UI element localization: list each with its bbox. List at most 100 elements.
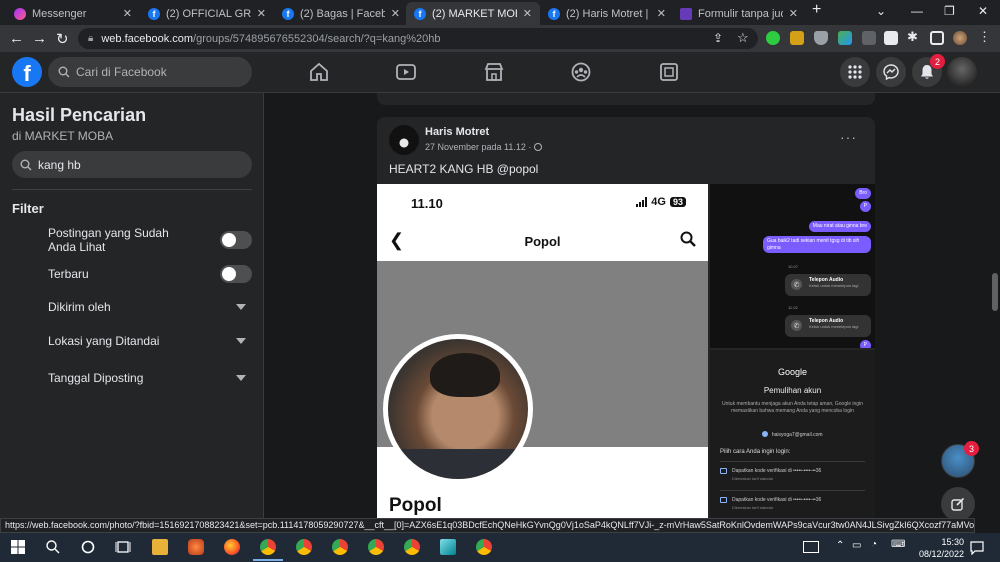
extension-green-icon[interactable] — [766, 31, 780, 45]
action-center-icon[interactable] — [970, 541, 984, 555]
profile-name: Popol — [389, 495, 442, 516]
clock-time: 15:30 — [941, 537, 964, 547]
firefox-icon[interactable] — [224, 539, 240, 555]
browser-tab-bar: Messenger ✕ f (2) OFFICIAL GROUP A ✕ f (… — [0, 0, 1000, 25]
messenger-icon — [14, 7, 26, 20]
facebook-search-input[interactable]: Cari di Facebook — [48, 57, 252, 87]
extension-colorful-icon[interactable] — [838, 31, 852, 45]
messenger-button[interactable] — [876, 57, 906, 87]
tab-market-moba[interactable]: f (2) MARKET MOBA | F ✕ — [406, 2, 540, 25]
extension-white-icon[interactable] — [884, 31, 898, 45]
facebook-icon: f — [414, 7, 426, 20]
chrome-icon[interactable] — [368, 539, 384, 555]
tab-formulir[interactable]: Formulir tanpa judul - ✕ — [672, 2, 806, 25]
filter-label: Postingan yang Sudah Anda Lihat — [48, 226, 169, 254]
audio-call-card: ✆ Telepon Audio Ketuk untuk menelepon la… — [785, 315, 871, 337]
filter-label: Dikirim oleh — [48, 300, 111, 314]
share-icon[interactable]: ⇪ — [713, 31, 723, 45]
close-icon[interactable]: ✕ — [657, 7, 666, 20]
gaming-icon[interactable] — [658, 62, 680, 82]
app-icon[interactable] — [188, 539, 204, 555]
post-photo-chat-screenshot[interactable]: Bro P Mau nirat atau ginna bre Gua baik2… — [710, 184, 875, 348]
close-icon[interactable]: ✕ — [391, 7, 400, 20]
tab-official-group[interactable]: f (2) OFFICIAL GROUP A ✕ — [140, 2, 274, 25]
back-arrow-icon[interactable]: ← — [9, 30, 24, 47]
app-icon[interactable] — [440, 539, 456, 555]
file-explorer-icon[interactable] — [152, 539, 168, 555]
chrome-icon[interactable] — [476, 539, 492, 555]
tab-title: Messenger — [32, 7, 87, 20]
wifi-icon[interactable]: ◔ — [871, 539, 877, 550]
chrome-icon[interactable] — [332, 539, 348, 555]
scrollbar-thumb[interactable] — [992, 273, 998, 311]
clock[interactable]: 15:30 08/12/2022 — [919, 536, 964, 560]
groups-icon[interactable] — [570, 62, 592, 82]
sidepanel-icon[interactable] — [930, 31, 944, 45]
cortana-icon[interactable] — [80, 539, 96, 555]
reload-icon[interactable]: ↻ — [56, 30, 69, 48]
chrome-icon[interactable] — [260, 539, 276, 555]
shield-icon[interactable] — [814, 31, 828, 45]
chevron-down-icon[interactable]: ⌄ — [876, 4, 886, 18]
filter-date-posted[interactable]: Tanggal Diposting — [48, 369, 252, 387]
close-icon[interactable]: ✕ — [523, 7, 532, 20]
signal-icon — [636, 197, 648, 207]
filter-label: Lokasi yang Ditandai — [48, 334, 160, 348]
window-close-button[interactable]: ✕ — [978, 4, 988, 18]
author-avatar[interactable] — [389, 125, 419, 155]
chrome-icon[interactable] — [296, 539, 312, 555]
new-message-button[interactable] — [941, 487, 975, 521]
tab-title: (2) Bagas | Facebook — [300, 7, 385, 20]
windows-start-icon[interactable] — [10, 539, 26, 555]
filter-recent[interactable]: Terbaru — [48, 265, 252, 283]
search-icon — [680, 231, 696, 247]
post-date[interactable]: 27 November pada 11.12 · — [425, 142, 542, 152]
filter-seen-posts[interactable]: Postingan yang Sudah Anda Lihat — [48, 224, 252, 256]
restore-button[interactable]: ❐ — [944, 4, 955, 18]
search-icon[interactable] — [45, 539, 61, 555]
minimize-button[interactable]: — — [911, 4, 923, 18]
close-icon[interactable]: ✕ — [123, 7, 132, 20]
bookmark-star-icon[interactable]: ☆ — [737, 30, 749, 46]
filter-tagged-location[interactable]: Lokasi yang Ditandai — [48, 332, 252, 350]
home-icon[interactable] — [308, 62, 330, 82]
keyboard-icon[interactable] — [803, 541, 819, 553]
extension-yellow-icon[interactable] — [790, 31, 804, 45]
marketplace-icon[interactable] — [483, 62, 505, 82]
battery-icon[interactable]: ▭ — [852, 540, 861, 551]
facebook-icon: f — [548, 7, 560, 20]
menu-grid-icon[interactable] — [840, 57, 870, 87]
profile-avatar[interactable] — [953, 31, 967, 45]
close-icon[interactable]: ✕ — [257, 7, 266, 20]
menu-kebab-icon[interactable]: ⋮ — [978, 29, 992, 44]
forward-arrow-icon[interactable]: → — [32, 30, 47, 47]
caret-down-icon — [236, 338, 246, 344]
task-view-icon[interactable] — [115, 539, 131, 555]
group-search-input[interactable]: kang hb — [12, 151, 252, 178]
tab-bagas[interactable]: f (2) Bagas | Facebook ✕ — [274, 2, 408, 25]
ime-icon[interactable]: ⌨ — [891, 539, 905, 550]
recent-toggle[interactable] — [220, 265, 252, 283]
post-photo-google-recovery-screenshot[interactable]: Google Pemulihan akun Untuk membantu men… — [710, 350, 875, 518]
url-input[interactable]: 🔒︎ web.facebook.com /groups/574895676552… — [78, 28, 758, 49]
page-scrollbar[interactable] — [990, 93, 1000, 518]
post-photo-profile-screenshot[interactable]: 11.10 4G 93 ❮ Popol Popol — [377, 184, 708, 518]
facebook-logo[interactable]: f — [12, 57, 42, 87]
seen-posts-toggle[interactable] — [220, 231, 252, 249]
close-icon[interactable]: ✕ — [789, 7, 798, 20]
new-tab-button[interactable]: + — [812, 1, 821, 19]
sms-icon — [720, 468, 727, 474]
tab-messenger[interactable]: Messenger ✕ — [6, 2, 140, 25]
chat-bubble: Bro — [855, 188, 871, 199]
tab-haris-motret[interactable]: f (2) Haris Motret | Face ✕ — [540, 2, 674, 25]
more-options-button[interactable]: ··· — [840, 129, 857, 145]
extension-gray-icon[interactable] — [862, 31, 876, 45]
post-author[interactable]: Haris Motret — [425, 126, 489, 138]
phone-status: 4G 93 — [636, 196, 686, 208]
chrome-icon[interactable] — [404, 539, 420, 555]
account-avatar[interactable] — [947, 57, 977, 87]
filter-posted-by[interactable]: Dikirim oleh — [48, 298, 252, 316]
watch-video-icon[interactable] — [395, 62, 417, 82]
puzzle-icon[interactable]: ✱ — [907, 29, 921, 44]
chevron-up-icon[interactable]: ⌃ — [836, 540, 844, 551]
